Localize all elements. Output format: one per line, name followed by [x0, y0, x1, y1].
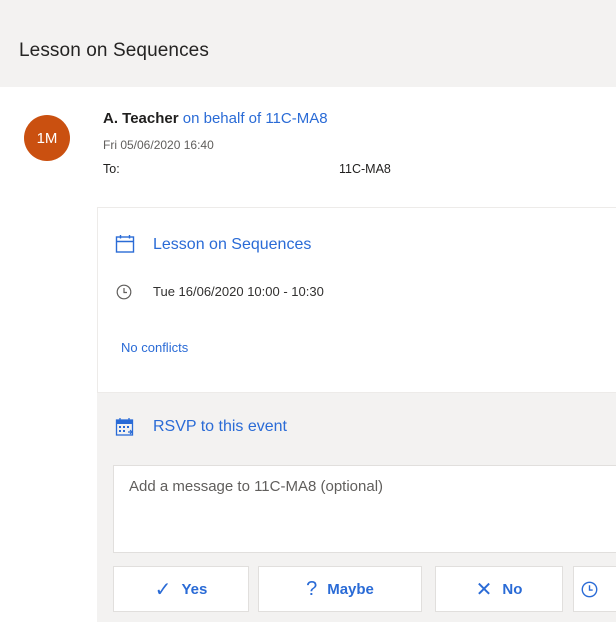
subject-header: Lesson on Sequences — [0, 0, 616, 87]
sender-name[interactable]: A. Teacher — [103, 110, 179, 127]
sender-line: A. Teacher on behalf of 11C-MA8 — [103, 110, 328, 127]
calendar-icon — [115, 235, 135, 253]
no-button[interactable]: ✕ No — [435, 566, 563, 612]
yes-button-label: Yes — [181, 580, 208, 598]
to-label: To: — [103, 162, 120, 176]
maybe-button-label: Maybe — [327, 580, 374, 598]
rsvp-title: RSVP to this event — [153, 418, 287, 435]
on-behalf-link[interactable]: on behalf of 11C-MA8 — [183, 110, 328, 127]
event-title-link[interactable]: Lesson on Sequences — [153, 236, 311, 254]
sent-timestamp: Fri 05/06/2020 16:40 — [103, 138, 214, 152]
sender-avatar[interactable]: 1M — [24, 115, 70, 161]
propose-new-time-button[interactable] — [573, 566, 616, 612]
checkmark-icon: ✓ — [154, 578, 172, 601]
yes-button[interactable]: ✓ Yes — [113, 566, 249, 612]
question-mark-icon: ? — [306, 577, 318, 600]
clock-icon — [116, 284, 132, 300]
close-icon: ✕ — [475, 578, 493, 601]
maybe-button[interactable]: ? Maybe — [258, 566, 422, 612]
event-card — [97, 207, 616, 393]
rsvp-message-box[interactable] — [113, 465, 616, 553]
recipient[interactable]: 11C-MA8 — [339, 162, 391, 176]
event-time: Tue 16/06/2020 10:00 - 10:30 — [153, 284, 324, 299]
calendar-reply-icon — [115, 418, 134, 436]
rsvp-message-input[interactable] — [129, 478, 599, 495]
no-button-label: No — [502, 580, 523, 598]
clock-icon — [581, 581, 597, 597]
no-conflicts-link[interactable]: No conflicts — [121, 340, 188, 355]
subject-title: Lesson on Sequences — [19, 40, 209, 61]
